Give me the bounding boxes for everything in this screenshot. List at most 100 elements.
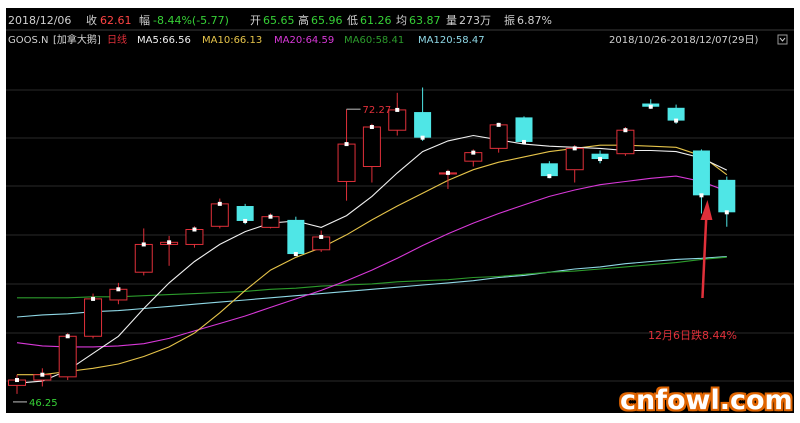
close-marker	[623, 128, 628, 133]
max-price-label: 72.27	[363, 105, 392, 116]
candle	[185, 226, 204, 248]
close-marker	[598, 157, 603, 162]
close-marker	[141, 242, 146, 247]
candle	[591, 150, 609, 164]
open-value: 65.65	[263, 14, 295, 27]
high-label: 高	[298, 13, 309, 27]
close-marker	[547, 174, 552, 179]
date-range-selector[interactable]: 2018/10/26-2018/12/07(29日)	[609, 34, 788, 46]
candle-body	[414, 112, 432, 138]
close-marker	[217, 201, 222, 206]
candle	[667, 104, 685, 124]
date-range-text[interactable]: 2018/10/26-2018/12/07(29日)	[609, 35, 759, 46]
quote-date: 2018/12/06	[8, 14, 71, 27]
candle-body	[692, 150, 710, 196]
candle	[261, 213, 280, 229]
candle	[287, 216, 305, 257]
ma-legend: GOOS.N [加拿大鹅] 日线 MA5:66.56 MA10:66.13 MA…	[8, 33, 788, 46]
close-marker	[167, 240, 172, 245]
chevron-down-icon[interactable]	[777, 34, 788, 45]
candles	[8, 87, 736, 394]
close-marker	[116, 287, 121, 292]
close-label: 收	[86, 13, 97, 27]
min-price-label: 46.25	[29, 398, 58, 409]
candle	[109, 282, 128, 305]
candle	[84, 293, 103, 339]
candle	[210, 198, 229, 229]
low-value: 61.26	[360, 14, 392, 27]
avg-value: 63.87	[409, 14, 441, 27]
volume-value: 273万	[459, 14, 491, 27]
annotation-arrow-shaft	[701, 212, 708, 299]
candle	[515, 116, 533, 144]
close-marker	[471, 150, 476, 155]
candle	[312, 230, 331, 252]
candle	[8, 374, 26, 394]
close-marker	[319, 234, 324, 239]
chevron-down-icon-glyph	[779, 37, 786, 42]
close-marker	[15, 378, 19, 383]
candle-body	[134, 243, 153, 273]
candle	[388, 92, 407, 136]
close-marker	[699, 193, 704, 198]
period-label[interactable]: 日线	[107, 33, 127, 46]
close-marker	[344, 142, 349, 147]
ma20-legend: MA20:64.59	[274, 35, 334, 46]
candle-body	[84, 298, 103, 337]
symbol-label: GOOS.N	[8, 35, 49, 46]
stock-name: [加拿大鹅]	[53, 33, 101, 46]
candle-body	[489, 124, 508, 149]
candle	[160, 235, 179, 266]
close-marker	[496, 122, 501, 127]
candlestick-chart[interactable]: 2018/12/06 收 62.61 幅 -8.44%(-5.77) 开 65.…	[6, 8, 794, 413]
close-marker	[40, 372, 45, 377]
candle	[362, 123, 381, 183]
close-marker	[522, 139, 526, 144]
candle-body	[515, 117, 533, 142]
watermark: cnfowl.com	[620, 385, 793, 416]
close-marker	[293, 252, 298, 257]
candle-body	[337, 143, 356, 182]
quote-header: 2018/12/06 收 62.61 幅 -8.44%(-5.77) 开 65.…	[8, 13, 552, 27]
annotation-arrow-head	[700, 200, 713, 220]
candle-body	[388, 109, 407, 131]
ma120-line	[16, 255, 727, 318]
close-marker	[369, 125, 374, 130]
close-marker	[243, 218, 248, 223]
candle	[414, 87, 432, 141]
close-marker	[91, 296, 96, 301]
close-value: 62.61	[100, 14, 132, 27]
change-value: -8.44%(-5.77)	[153, 14, 229, 27]
ma20-line	[16, 175, 727, 348]
candle	[58, 333, 77, 381]
open-label: 开	[250, 14, 261, 27]
candle	[540, 161, 558, 179]
close-marker	[420, 135, 425, 140]
candle-body	[565, 147, 584, 171]
close-marker	[445, 170, 450, 175]
candle-body	[210, 203, 229, 227]
amplitude-value: 6.87%	[517, 14, 552, 27]
candle	[464, 149, 483, 167]
candle-body	[185, 229, 204, 245]
high-value: 65.96	[311, 14, 343, 27]
candle-body	[718, 179, 736, 213]
candle-body	[287, 219, 305, 255]
candle	[337, 109, 356, 201]
close-marker	[674, 118, 679, 123]
chart-panel: 2018/12/06 收 62.61 幅 -8.44%(-5.77) 开 65.…	[6, 8, 794, 413]
volume-label: 量	[446, 14, 457, 27]
close-marker	[268, 214, 273, 219]
amplitude-label: 振	[504, 13, 515, 27]
low-label: 低	[347, 14, 358, 27]
watermark-text: cnfowl.com	[620, 385, 793, 416]
candle-body	[362, 126, 381, 168]
change-label: 幅	[139, 14, 150, 27]
close-marker	[395, 107, 400, 112]
ma60-legend: MA60:58.41	[344, 35, 404, 46]
avg-label: 均	[396, 14, 407, 27]
drop-annotation: 12月6日跌8.44%	[648, 328, 737, 342]
close-marker	[192, 227, 197, 232]
candle-body	[616, 129, 635, 155]
candle	[33, 368, 52, 387]
